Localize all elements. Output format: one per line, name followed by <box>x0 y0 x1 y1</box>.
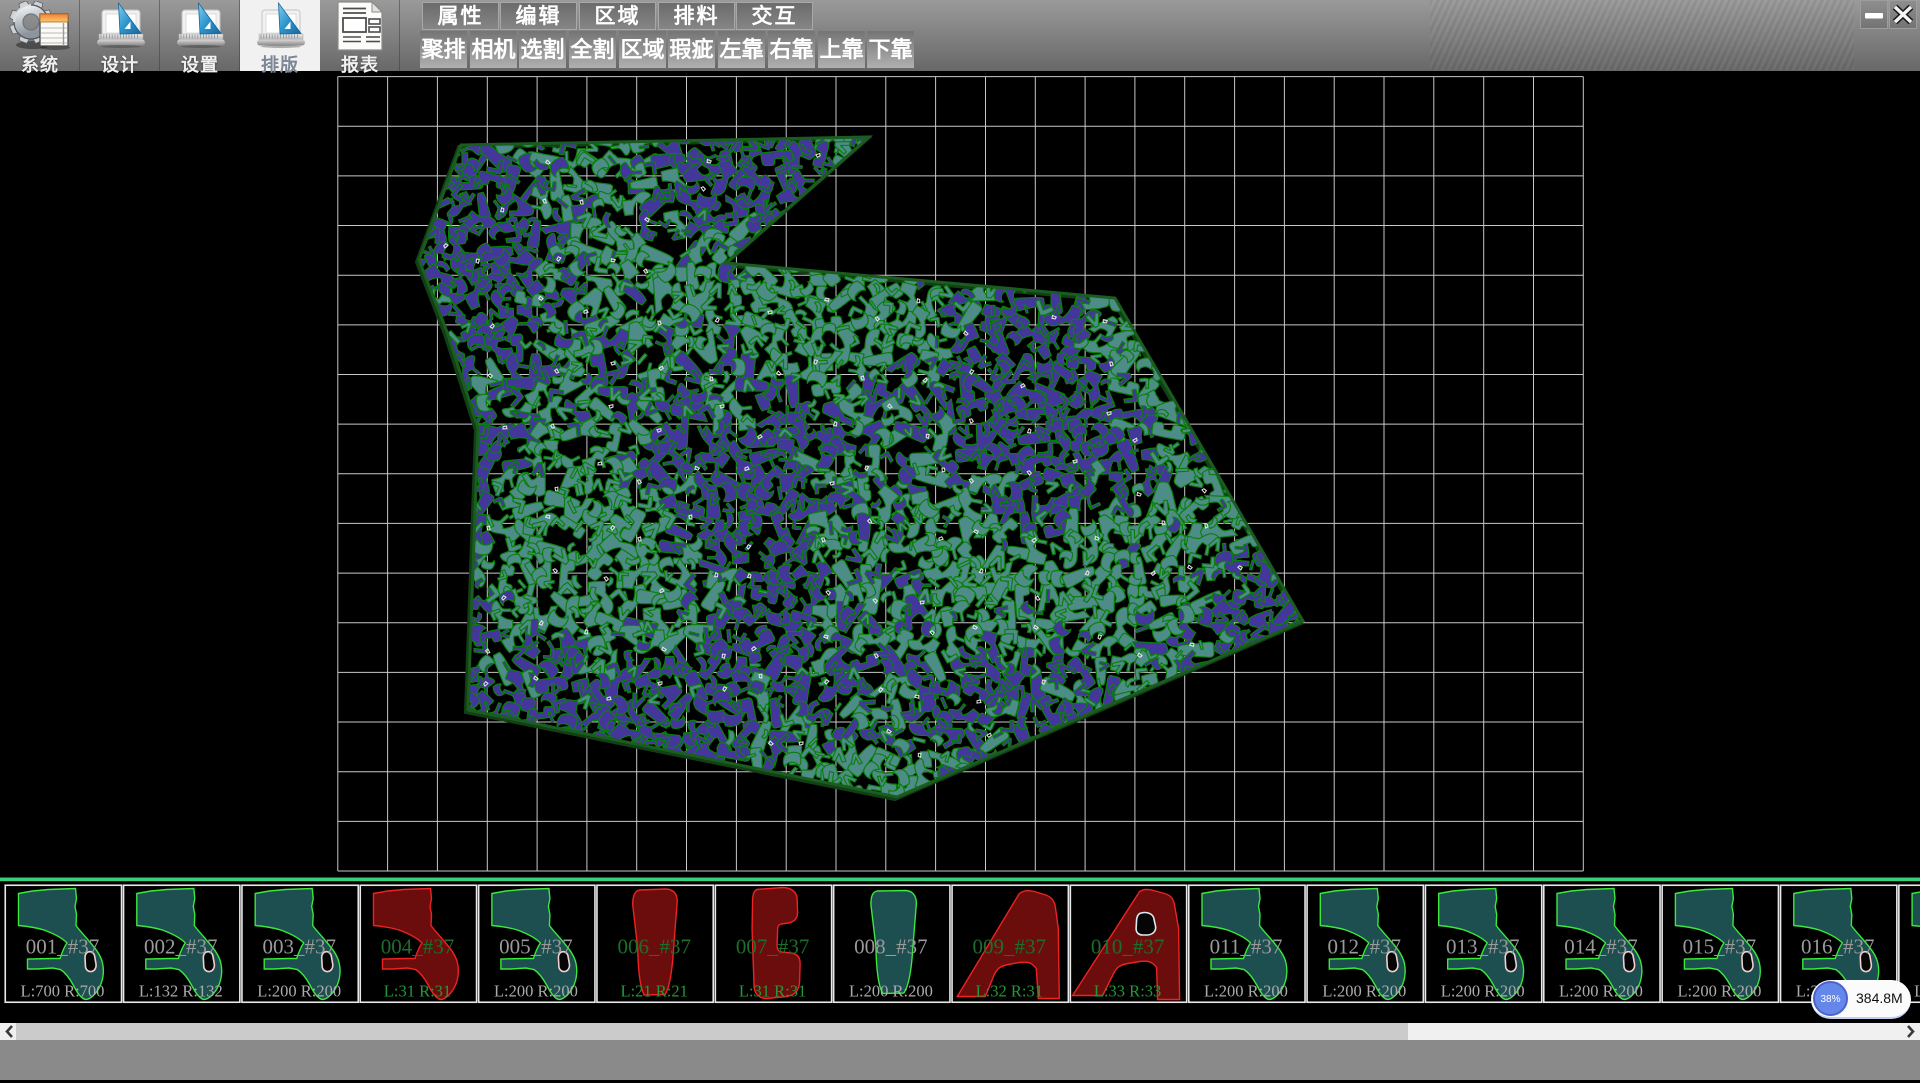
svg-text:002_#37: 002_#37 <box>144 935 218 959</box>
svg-text:013_#37: 013_#37 <box>1446 935 1520 959</box>
svg-text:010_#37: 010_#37 <box>1091 935 1165 959</box>
svg-text:L:200 R:200: L:200 R:200 <box>1914 982 1920 1001</box>
svg-text:L:200 R:200: L:200 R:200 <box>1559 982 1643 1001</box>
svg-text:016_#37: 016_#37 <box>1801 935 1875 959</box>
svg-text:011_#37: 011_#37 <box>1210 935 1283 959</box>
svg-text:L:700 R:700: L:700 R:700 <box>21 982 105 1001</box>
svg-text:012_#37: 012_#37 <box>1328 935 1402 959</box>
svg-text:L:31 R:31: L:31 R:31 <box>384 982 451 1001</box>
svg-text:L:200 R:200: L:200 R:200 <box>1322 982 1406 1001</box>
svg-text:014_#37: 014_#37 <box>1564 935 1638 959</box>
svg-text:L:200 R:200: L:200 R:200 <box>1677 982 1761 1001</box>
svg-text:L:132 R:132: L:132 R:132 <box>139 982 223 1001</box>
svg-text:001_#37: 001_#37 <box>26 935 100 959</box>
svg-text:003_#37: 003_#37 <box>262 935 336 959</box>
svg-text:L:200 R:200: L:200 R:200 <box>1441 982 1525 1001</box>
svg-text:009_#37: 009_#37 <box>973 935 1047 959</box>
svg-text:008_#37: 008_#37 <box>854 935 928 959</box>
svg-text:L:32 R:31: L:32 R:31 <box>976 982 1043 1001</box>
svg-text:L:200 R:200: L:200 R:200 <box>494 982 578 1001</box>
svg-text:006_#37: 006_#37 <box>617 935 691 959</box>
svg-text:007_#37: 007_#37 <box>736 935 810 959</box>
svg-text:004_#37: 004_#37 <box>381 935 455 959</box>
svg-text:L:21 R:21: L:21 R:21 <box>621 982 688 1001</box>
svg-text:015_#37: 015_#37 <box>1683 935 1757 959</box>
svg-text:L:200 R:200: L:200 R:200 <box>257 982 341 1001</box>
svg-text:L:33 R:33: L:33 R:33 <box>1094 982 1161 1001</box>
svg-text:005_#37: 005_#37 <box>499 935 573 959</box>
svg-text:L:31 R:31: L:31 R:31 <box>739 982 806 1001</box>
svg-text:L:200 R:200: L:200 R:200 <box>849 982 933 1001</box>
svg-text:L:200 R:200: L:200 R:200 <box>1204 982 1288 1001</box>
